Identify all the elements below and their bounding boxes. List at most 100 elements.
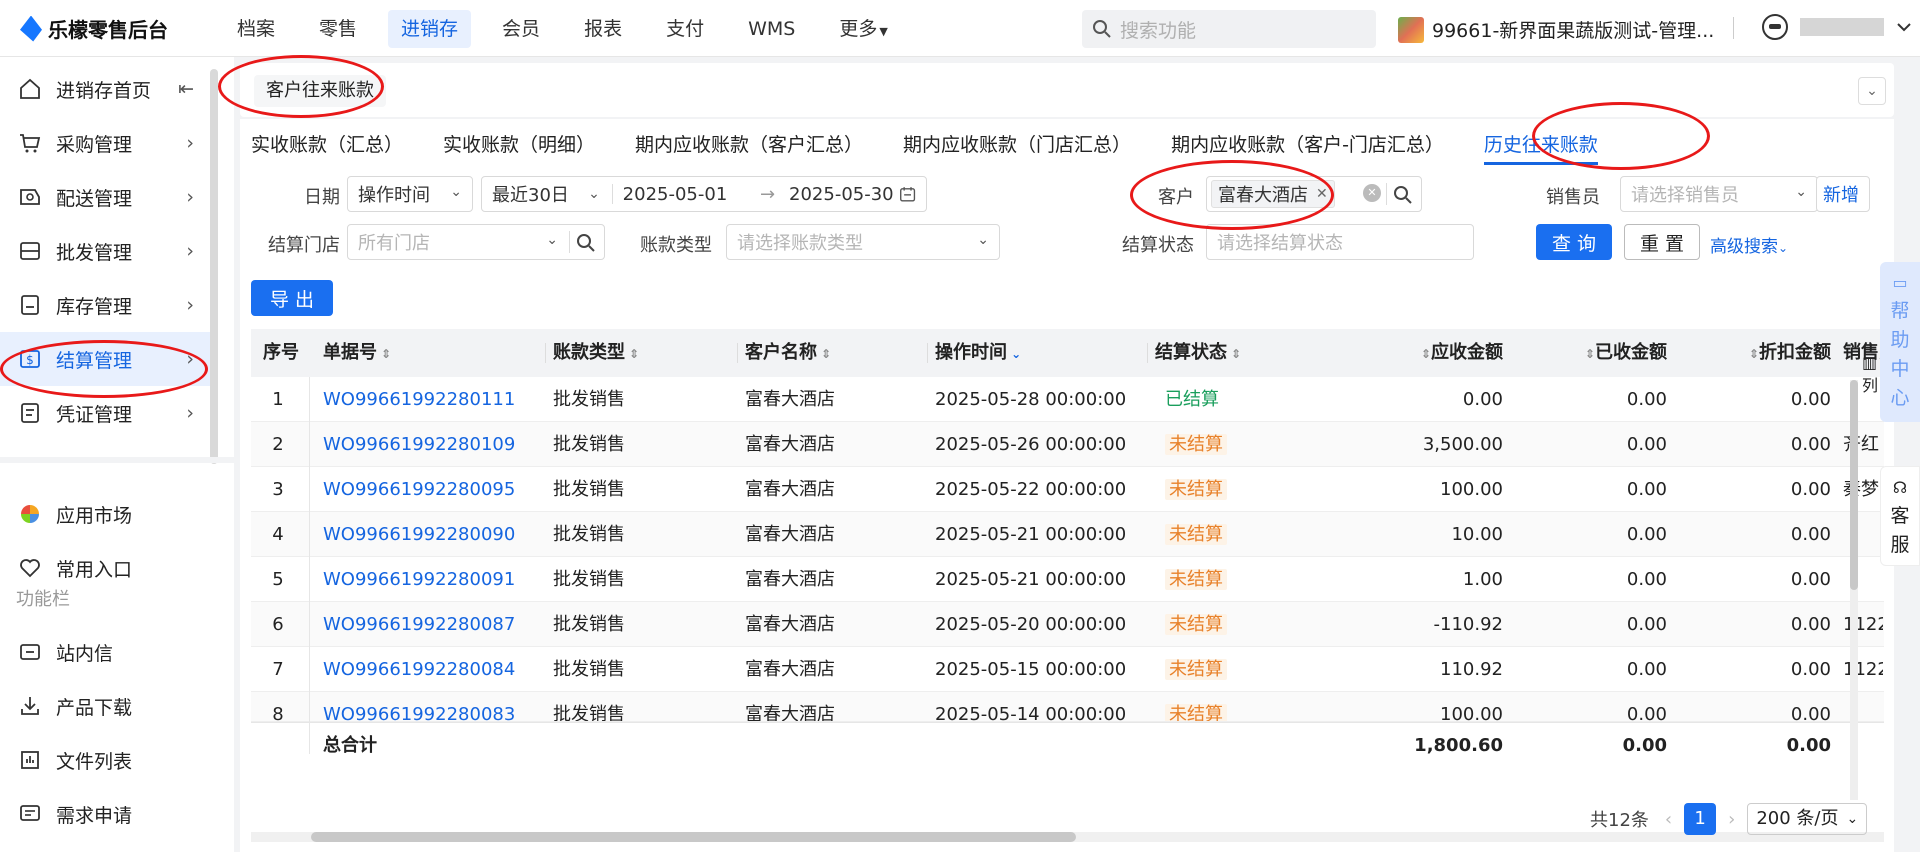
cell-received: 0.00 (1626, 659, 1667, 680)
sidebar-item-inventory[interactable]: 库存管理 › (0, 278, 210, 332)
sidebar-item-requests[interactable]: 需求申请 (0, 787, 210, 841)
customer-service-button[interactable]: ☊ 客 服 (1880, 466, 1920, 566)
page-1-button[interactable]: 1 (1684, 803, 1717, 835)
column-settings-button[interactable]: ▥ 列 (1862, 353, 1878, 396)
cell-time: 2025-05-26 00:00:00 (935, 434, 1127, 455)
date-range-preset[interactable]: 最近30日 (492, 181, 588, 207)
date-range-picker[interactable]: 最近30日 ⌄ 2025-05-01 → 2025-05-30 (481, 176, 927, 212)
voucher-icon (21, 403, 39, 423)
sidebar-item-wholesale[interactable]: 批发管理 › (0, 224, 210, 278)
sidebar-item-files[interactable]: 文件列表 (0, 733, 210, 787)
add-salesperson-button[interactable]: 新增 (1816, 176, 1870, 212)
sidebar-item-label: 站内信 (56, 642, 114, 665)
divider (1386, 183, 1387, 205)
cell-doc-link[interactable]: WO99661992280090 (323, 512, 515, 557)
total-count: 共12条 (1590, 810, 1649, 831)
table-row[interactable]: 4 WO99661992280090 批发销售 富春大酒店 2025-05-21… (251, 512, 1884, 557)
calendar-icon[interactable] (899, 184, 916, 204)
query-button[interactable]: 查 询 (1536, 224, 1612, 260)
account-type-select[interactable]: 请选择账款类型 ⌄ (726, 224, 1000, 260)
app-logo[interactable]: 乐檬零售后台 (20, 14, 168, 43)
sidebar-group-title: 功能栏 (16, 589, 70, 610)
nav-archive[interactable]: 档案 (224, 10, 288, 48)
table-row[interactable]: 8 WO99661992280083 批发销售 富春大酒店 2025-05-14… (251, 692, 1884, 722)
col-type[interactable]: 账款类型 ⇕ (545, 329, 639, 377)
user-menu[interactable] (1762, 14, 1912, 40)
nav-payment[interactable]: 支付 (653, 10, 717, 48)
col-status-label: 结算状态 (1155, 342, 1227, 363)
tab-received-detail[interactable]: 实收账款（明细） (443, 119, 595, 171)
table-row[interactable]: 1 WO99661992280111 批发销售 富春大酒店 2025-05-28… (251, 377, 1884, 422)
nav-retail[interactable]: 零售 (306, 10, 370, 48)
page-size-select[interactable]: 200 条/页 ⌄ (1747, 803, 1868, 835)
cell-time: 2025-05-15 00:00:00 (935, 659, 1127, 680)
table-row[interactable]: 2 WO99661992280109 批发销售 富春大酒店 2025-05-26… (251, 422, 1884, 467)
col-discount[interactable]: ⇕折扣金额 (1701, 329, 1831, 377)
status-badge: 已结算 (1165, 389, 1219, 410)
cell-sales (1843, 512, 1883, 557)
table-row[interactable]: 5 WO99661992280091 批发销售 富春大酒店 2025-05-21… (251, 557, 1884, 602)
nav-member[interactable]: 会员 (489, 10, 553, 48)
help-center-button[interactable]: ▭ 帮 助 中 心 (1880, 262, 1920, 422)
cell-doc-link[interactable]: WO99661992280084 (323, 647, 515, 692)
sidebar-scrollbar[interactable] (210, 69, 218, 464)
table-row[interactable]: 7 WO99661992280084 批发销售 富春大酒店 2025-05-15… (251, 647, 1884, 692)
collapse-icon[interactable]: ⇤ (178, 78, 194, 100)
content-panel: 实收账款（汇总） 实收账款（明细） 期内应收账款（客户汇总） 期内应收账款（门店… (240, 119, 1894, 852)
col-customer[interactable]: 客户名称 ⇕ (737, 329, 831, 377)
tab-received-summary[interactable]: 实收账款（汇总） (251, 119, 403, 171)
col-receivable[interactable]: ⇕应收金额 (1373, 329, 1503, 377)
col-doc[interactable]: 单据号 ⇕ (323, 329, 391, 377)
search-icon[interactable] (1393, 185, 1413, 205)
prev-page-icon[interactable]: ‹ (1665, 809, 1672, 830)
reset-button[interactable]: 重 置 (1624, 224, 1700, 260)
tab-receivable-customer[interactable]: 期内应收账款（客户汇总） (635, 119, 863, 171)
cell-doc-link[interactable]: WO99661992280111 (323, 377, 515, 422)
sidebar-item-delivery[interactable]: 配送管理 › (0, 170, 210, 224)
nav-report[interactable]: 报表 (571, 10, 635, 48)
store-placeholder: 所有门店 (358, 233, 430, 254)
home-icon (20, 78, 40, 99)
vertical-scrollbar[interactable] (1850, 380, 1858, 800)
scrollbar-thumb[interactable] (1850, 380, 1858, 590)
salesperson-placeholder: 请选择销售员 (1631, 185, 1739, 206)
search-icon[interactable] (576, 233, 596, 253)
sidebar-item-app-market[interactable]: 应用市场 (0, 487, 210, 541)
clear-icon[interactable]: ✕ (1363, 184, 1381, 202)
next-page-icon[interactable]: › (1728, 809, 1735, 830)
end-date[interactable]: 2025-05-30 (789, 184, 899, 205)
sidebar-item-downloads[interactable]: 产品下载 (0, 679, 210, 733)
export-button[interactable]: 导 出 (251, 280, 333, 316)
table-row[interactable]: 6 WO99661992280087 批发销售 富春大酒店 2025-05-20… (251, 602, 1884, 647)
advanced-search-link[interactable]: 高级搜索⌄ (1710, 232, 1788, 257)
sidebar-item-purchase[interactable]: 采购管理 › (0, 116, 210, 170)
nav-wms[interactable]: WMS (735, 10, 808, 48)
tab-receivable-store[interactable]: 期内应收账款（门店汇总） (903, 119, 1131, 171)
salesperson-select[interactable]: 请选择销售员 ⌄ (1620, 176, 1818, 212)
nav-more[interactable]: 更多 ▼ (826, 10, 900, 48)
store-select[interactable]: 所有门店 ⌄ (347, 224, 605, 260)
store-switcher[interactable]: 99661-新界面果蔬版测试-管理... (1398, 16, 1714, 43)
col-time[interactable]: 操作时间 ⌄ (927, 329, 1021, 377)
col-status[interactable]: 结算状态 ⇕ (1147, 329, 1241, 377)
cell-doc-link[interactable]: WO99661992280087 (323, 602, 515, 647)
sidebar-item-home[interactable]: 进销存首页 ⇤ (0, 62, 210, 116)
table-row[interactable]: 3 WO99661992280095 批发销售 富春大酒店 2025-05-22… (251, 467, 1884, 512)
chevron-down-icon: ⌄ (546, 232, 558, 248)
sidebar-item-messages[interactable]: 站内信 (0, 625, 210, 679)
chevron-down-icon[interactable]: ⌄ (1858, 77, 1886, 105)
nav-inventory[interactable]: 进销存 (388, 10, 472, 48)
scrollbar-thumb[interactable] (311, 832, 1076, 842)
cell-doc-link[interactable]: WO99661992280091 (323, 557, 515, 602)
cell-doc-link[interactable]: WO99661992280109 (323, 422, 515, 467)
chevron-down-icon: ⌄ (450, 184, 462, 200)
cell-doc-link[interactable]: WO99661992280095 (323, 467, 515, 512)
start-date[interactable]: 2025-05-01 (623, 184, 760, 205)
cell-doc-link[interactable]: WO99661992280083 (323, 692, 515, 721)
cell-discount: 0.00 (1790, 704, 1831, 722)
col-received[interactable]: ⇕已收金额 (1537, 329, 1667, 377)
status-badge: 未结算 (1165, 569, 1227, 590)
cell-customer: 富春大酒店 (745, 614, 835, 635)
date-type-select[interactable]: 操作时间 ⌄ (347, 176, 473, 212)
search-input[interactable]: 搜索功能 (1082, 10, 1376, 48)
